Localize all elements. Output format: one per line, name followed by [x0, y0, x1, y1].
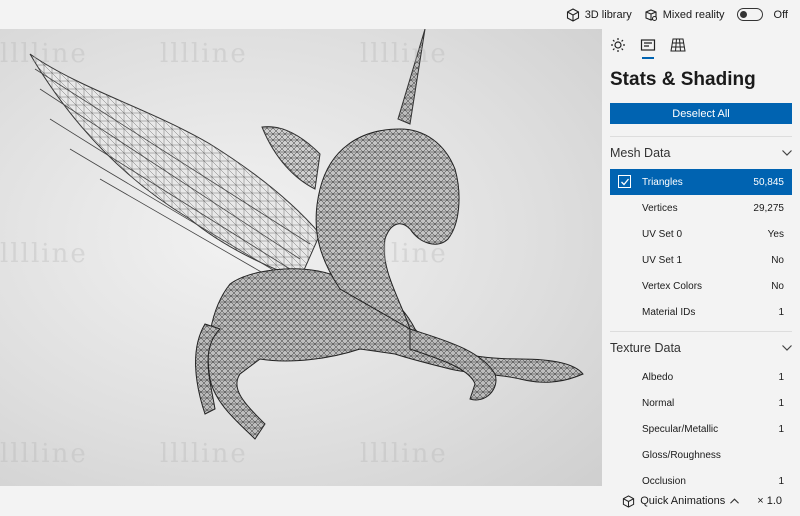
texture-row-albedo[interactable]: Albedo 1 — [610, 364, 792, 390]
row-value: 29,275 — [753, 202, 784, 214]
mesh-row-material-ids[interactable]: Material IDs 1 — [610, 299, 792, 325]
deselect-all-button[interactable]: Deselect All — [610, 103, 792, 124]
tab-lighting[interactable] — [610, 37, 626, 53]
chevron-up-icon — [730, 498, 740, 504]
stats-icon — [640, 39, 656, 51]
quick-animations-label: Quick Animations — [640, 495, 726, 507]
row-value: 1 — [778, 475, 784, 487]
3d-library-label: 3D library — [584, 8, 632, 21]
checkbox-checked[interactable] — [618, 175, 631, 188]
watermark: lllline — [0, 39, 88, 69]
checkmark-icon — [620, 178, 629, 185]
3d-viewport[interactable]: lllline lllline lllline lllline lllline … — [0, 29, 602, 486]
watermark: lllline — [0, 239, 88, 269]
toggle-switch[interactable] — [736, 8, 763, 21]
chevron-down-icon — [782, 150, 792, 156]
mixed-reality-label: Mixed reality — [662, 8, 725, 21]
row-label: UV Set 0 — [642, 228, 683, 240]
pegasus-wireframe-model — [29, 29, 584, 440]
mesh-row-vertices[interactable]: Vertices 29,275 — [610, 195, 792, 221]
watermark: lllline — [360, 239, 448, 269]
playback-speed-button[interactable]: × 1.0 — [757, 495, 782, 507]
row-label: Specular/Metallic — [642, 423, 719, 435]
row-label: UV Set 1 — [642, 254, 683, 266]
row-value: No — [771, 254, 784, 266]
sun-icon — [611, 38, 625, 52]
row-value: 1 — [778, 371, 784, 383]
mixed-reality-toggle[interactable]: Off — [736, 8, 788, 21]
3d-library-button[interactable]: 3D library — [566, 7, 632, 22]
panel-title: Stats & Shading — [610, 69, 756, 90]
row-value: 1 — [778, 397, 784, 409]
row-value: 1 — [778, 423, 784, 435]
bottom-bar: Quick Animations × 1.0 — [0, 486, 800, 516]
cube-icon — [566, 7, 579, 22]
watermark: lllline — [360, 39, 448, 69]
top-bar: 3D library Mixed reality Off — [0, 0, 800, 29]
mesh-data-header[interactable]: Mesh Data — [610, 137, 792, 169]
texture-data-title: Texture Data — [610, 341, 681, 355]
mesh-row-vertex-colors[interactable]: Vertex Colors No — [610, 273, 792, 299]
row-label: Normal — [642, 397, 675, 409]
chevron-down-icon — [782, 345, 792, 351]
row-value: 50,845 — [753, 176, 784, 188]
watermark: lllline — [360, 439, 448, 469]
texture-row-specular-metallic[interactable]: Specular/Metallic 1 — [610, 416, 792, 442]
row-value: No — [771, 280, 784, 292]
row-label: Occlusion — [642, 475, 686, 487]
tab-grid[interactable] — [670, 37, 686, 53]
panel-tabs — [602, 29, 800, 59]
texture-data-header[interactable]: Texture Data — [610, 332, 792, 364]
row-value: Yes — [767, 228, 784, 240]
texture-row-normal[interactable]: Normal 1 — [610, 390, 792, 416]
quick-animations-button[interactable]: Quick Animations — [622, 494, 740, 508]
stats-shading-panel: Stats & Shading Deselect All Mesh Data T… — [602, 29, 800, 486]
watermark: lllline — [160, 39, 248, 69]
mesh-row-uv-set-1[interactable]: UV Set 1 No — [610, 247, 792, 273]
animation-cube-icon — [623, 494, 635, 508]
row-label: Albedo — [642, 371, 674, 383]
tab-stats[interactable] — [640, 37, 656, 59]
toggle-state-label: Off — [773, 8, 788, 21]
mesh-row-uv-set-0[interactable]: UV Set 0 Yes — [610, 221, 792, 247]
mesh-data-title: Mesh Data — [610, 146, 671, 160]
row-value: 1 — [778, 306, 784, 318]
row-label: Material IDs — [642, 306, 696, 318]
texture-row-occlusion[interactable]: Occlusion 1 — [610, 468, 792, 487]
mixed-reality-button[interactable]: Mixed reality — [644, 8, 725, 22]
row-label: Vertex Colors — [642, 280, 703, 292]
row-label: Triangles — [642, 176, 683, 188]
watermark: lllline — [160, 439, 248, 469]
row-label: Vertices — [642, 202, 678, 214]
row-label: Gloss/Roughness — [642, 449, 721, 461]
mixed-reality-icon — [645, 8, 657, 21]
grid-icon — [670, 38, 686, 52]
mesh-row-triangles[interactable]: Triangles 50,845 — [610, 169, 792, 195]
texture-row-gloss-roughness[interactable]: Gloss/Roughness — [610, 442, 792, 468]
watermark: lllline — [0, 439, 88, 469]
